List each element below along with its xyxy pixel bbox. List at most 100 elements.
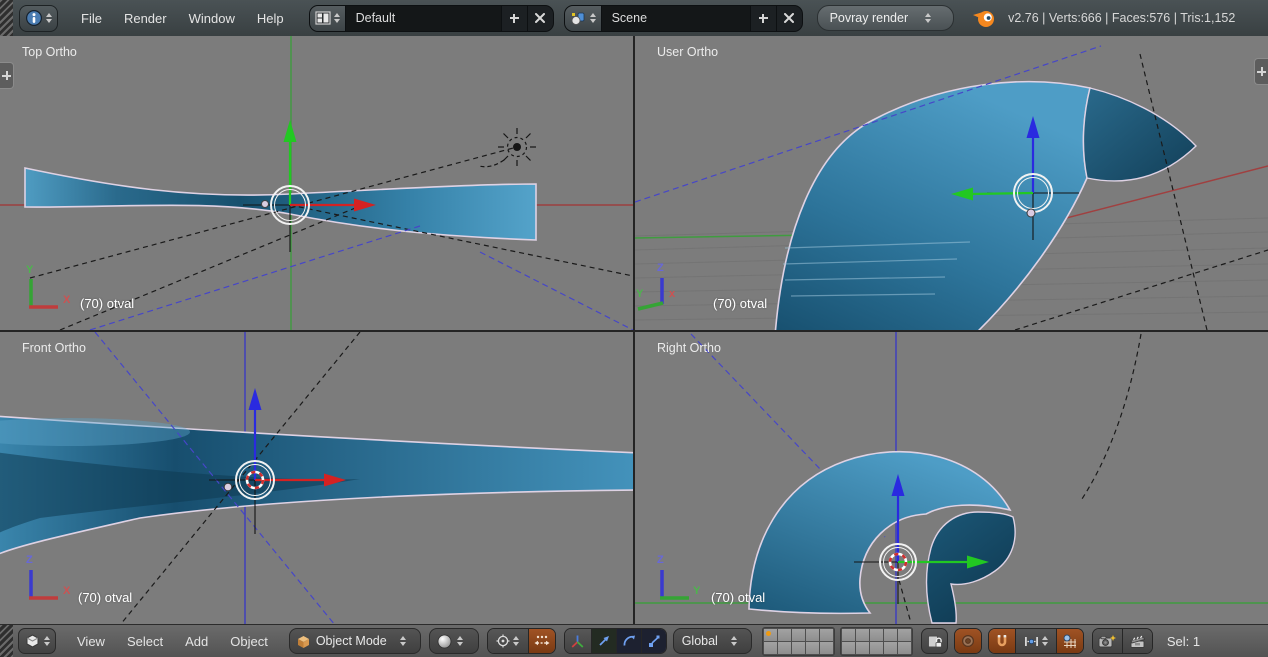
mode-dropdown[interactable]: Object Mode	[289, 628, 421, 654]
opengl-render-icon	[1098, 634, 1116, 649]
layer-toggle[interactable]	[792, 629, 805, 641]
chevron-updown-icon	[925, 13, 931, 23]
transform-orientation-dropdown[interactable]: Global	[673, 628, 752, 654]
plus-icon	[759, 14, 768, 23]
layer-toggle[interactable]	[856, 642, 869, 654]
opengl-render-group	[1092, 628, 1153, 654]
layer-toggle[interactable]	[820, 629, 833, 641]
menu-file[interactable]: File	[70, 11, 113, 26]
add-layout-button[interactable]	[501, 6, 527, 31]
object-origin-dot	[1027, 209, 1035, 217]
scene-selector: Scene	[564, 5, 803, 32]
viewport-top-ortho[interactable]: Top Ortho (70) otval Y X	[0, 36, 633, 330]
object-origin-dot	[262, 201, 269, 208]
layer-toggle[interactable]	[842, 642, 855, 654]
layer-toggle[interactable]	[778, 642, 791, 654]
screen-layout-browse-button[interactable]	[310, 6, 346, 31]
render-engine-dropdown[interactable]: Povray render	[817, 5, 955, 31]
rotate-manipulator-button[interactable]	[617, 629, 642, 653]
active-object-label: (70) otval	[78, 590, 132, 605]
snap-element-icon	[1024, 635, 1039, 648]
chevron-updown-icon	[513, 636, 519, 646]
scene-statistics: v2.76 | Verts:666 | Faces:576 | Tris:1,1…	[1008, 11, 1235, 25]
proportional-edit-toggle[interactable]	[955, 629, 981, 653]
layer-toggle[interactable]	[870, 629, 883, 641]
menu-object[interactable]: Object	[219, 634, 279, 649]
editor-type-button-info[interactable]	[19, 5, 58, 32]
pivot-point-icon	[496, 634, 510, 648]
snap-element-dropdown[interactable]	[1016, 629, 1057, 653]
proportional-edit-group	[954, 628, 982, 654]
opengl-render-button[interactable]	[1093, 629, 1123, 653]
expand-panel-icon	[1257, 67, 1266, 76]
viewport-shading-dropdown[interactable]	[429, 628, 479, 654]
layer-toggle[interactable]	[806, 629, 819, 641]
delete-layout-button[interactable]	[527, 6, 553, 31]
expand-toolshelf-button[interactable]	[0, 62, 14, 89]
scale-icon	[647, 634, 661, 648]
object-origin-dot	[224, 483, 232, 491]
snap-toggle[interactable]	[989, 629, 1016, 653]
menu-view[interactable]: View	[66, 634, 116, 649]
plus-icon	[510, 14, 519, 23]
manipulator-axis-icon	[570, 634, 585, 649]
scene-browse-button[interactable]	[565, 6, 602, 31]
manipulator-y-arrow[interactable]	[971, 193, 1033, 194]
blender-logo	[972, 8, 996, 28]
layer-toggle[interactable]	[764, 642, 777, 654]
gizmo-x-label: X	[63, 585, 70, 597]
layer-toggle[interactable]	[792, 642, 805, 654]
layer-toggle[interactable]	[778, 629, 791, 641]
menu-select[interactable]: Select	[116, 634, 174, 649]
scale-manipulator-button[interactable]	[642, 629, 666, 653]
viewport-label: Right Ortho	[657, 341, 721, 355]
snap-align-rotation-toggle[interactable]	[1057, 629, 1083, 653]
layer-toggle[interactable]	[764, 629, 777, 641]
expand-properties-button[interactable]	[1254, 58, 1268, 85]
screen-layout-name-field[interactable]: Default	[346, 6, 501, 31]
pivot-point-dropdown[interactable]	[488, 629, 529, 653]
object-mode-cube-icon	[296, 634, 311, 649]
chevron-updown-icon	[457, 636, 463, 646]
layer-toggle[interactable]	[806, 642, 819, 654]
layer-toggle[interactable]	[884, 642, 897, 654]
opengl-render-animation-button[interactable]	[1123, 629, 1152, 653]
translate-manipulator-button[interactable]	[592, 629, 617, 653]
editor-type-button-3dview[interactable]	[18, 628, 56, 654]
screen-layout-selector: Default	[309, 5, 554, 32]
layer-toggle[interactable]	[856, 629, 869, 641]
layer-toggle[interactable]	[870, 642, 883, 654]
layer-toggle[interactable]	[820, 642, 833, 654]
menu-add[interactable]: Add	[174, 634, 219, 649]
render-engine-value: Povray render	[830, 11, 909, 25]
menu-window[interactable]: Window	[178, 11, 246, 26]
viewport-right-ortho[interactable]: Right Ortho (70) otval Z Y	[635, 332, 1268, 625]
menu-render[interactable]: Render	[113, 11, 178, 26]
menu-help[interactable]: Help	[246, 11, 295, 26]
lock-to-scene-toggle[interactable]	[921, 628, 948, 654]
layers-widget-left	[762, 627, 835, 656]
manipulator-toggle[interactable]	[565, 629, 592, 653]
layer-toggle[interactable]	[884, 629, 897, 641]
mode-value: Object Mode	[316, 634, 387, 648]
layer-toggle[interactable]	[898, 642, 911, 654]
gizmo-x-label: X	[63, 294, 70, 306]
scene-name-field[interactable]: Scene	[602, 6, 750, 31]
add-scene-button[interactable]	[750, 6, 776, 31]
gizmo-z-label: Z	[657, 262, 664, 274]
layer-toggle[interactable]	[842, 629, 855, 641]
viewport-3dview-header: View Select Add Object Object Mode	[0, 624, 1268, 657]
selection-count: Sel: 1	[1167, 634, 1200, 649]
manipulate-centers-toggle[interactable]	[529, 629, 555, 653]
screen-layout-icon	[315, 11, 331, 25]
layer-toggle[interactable]	[898, 629, 911, 641]
opengl-render-anim-icon	[1129, 634, 1146, 649]
gizmo-z-label: Z	[657, 554, 664, 566]
proportional-edit-icon	[961, 634, 975, 648]
viewport-user-ortho[interactable]: User Ortho (70) otval Z Y x	[635, 36, 1268, 330]
delete-scene-button[interactable]	[776, 6, 802, 31]
viewport-front-ortho[interactable]: Front Ortho (70) otval Z X	[0, 332, 633, 625]
gizmo-y-label: Y	[636, 288, 643, 300]
chevron-updown-icon	[731, 636, 737, 646]
gizmo-y-label: Y	[26, 264, 33, 276]
